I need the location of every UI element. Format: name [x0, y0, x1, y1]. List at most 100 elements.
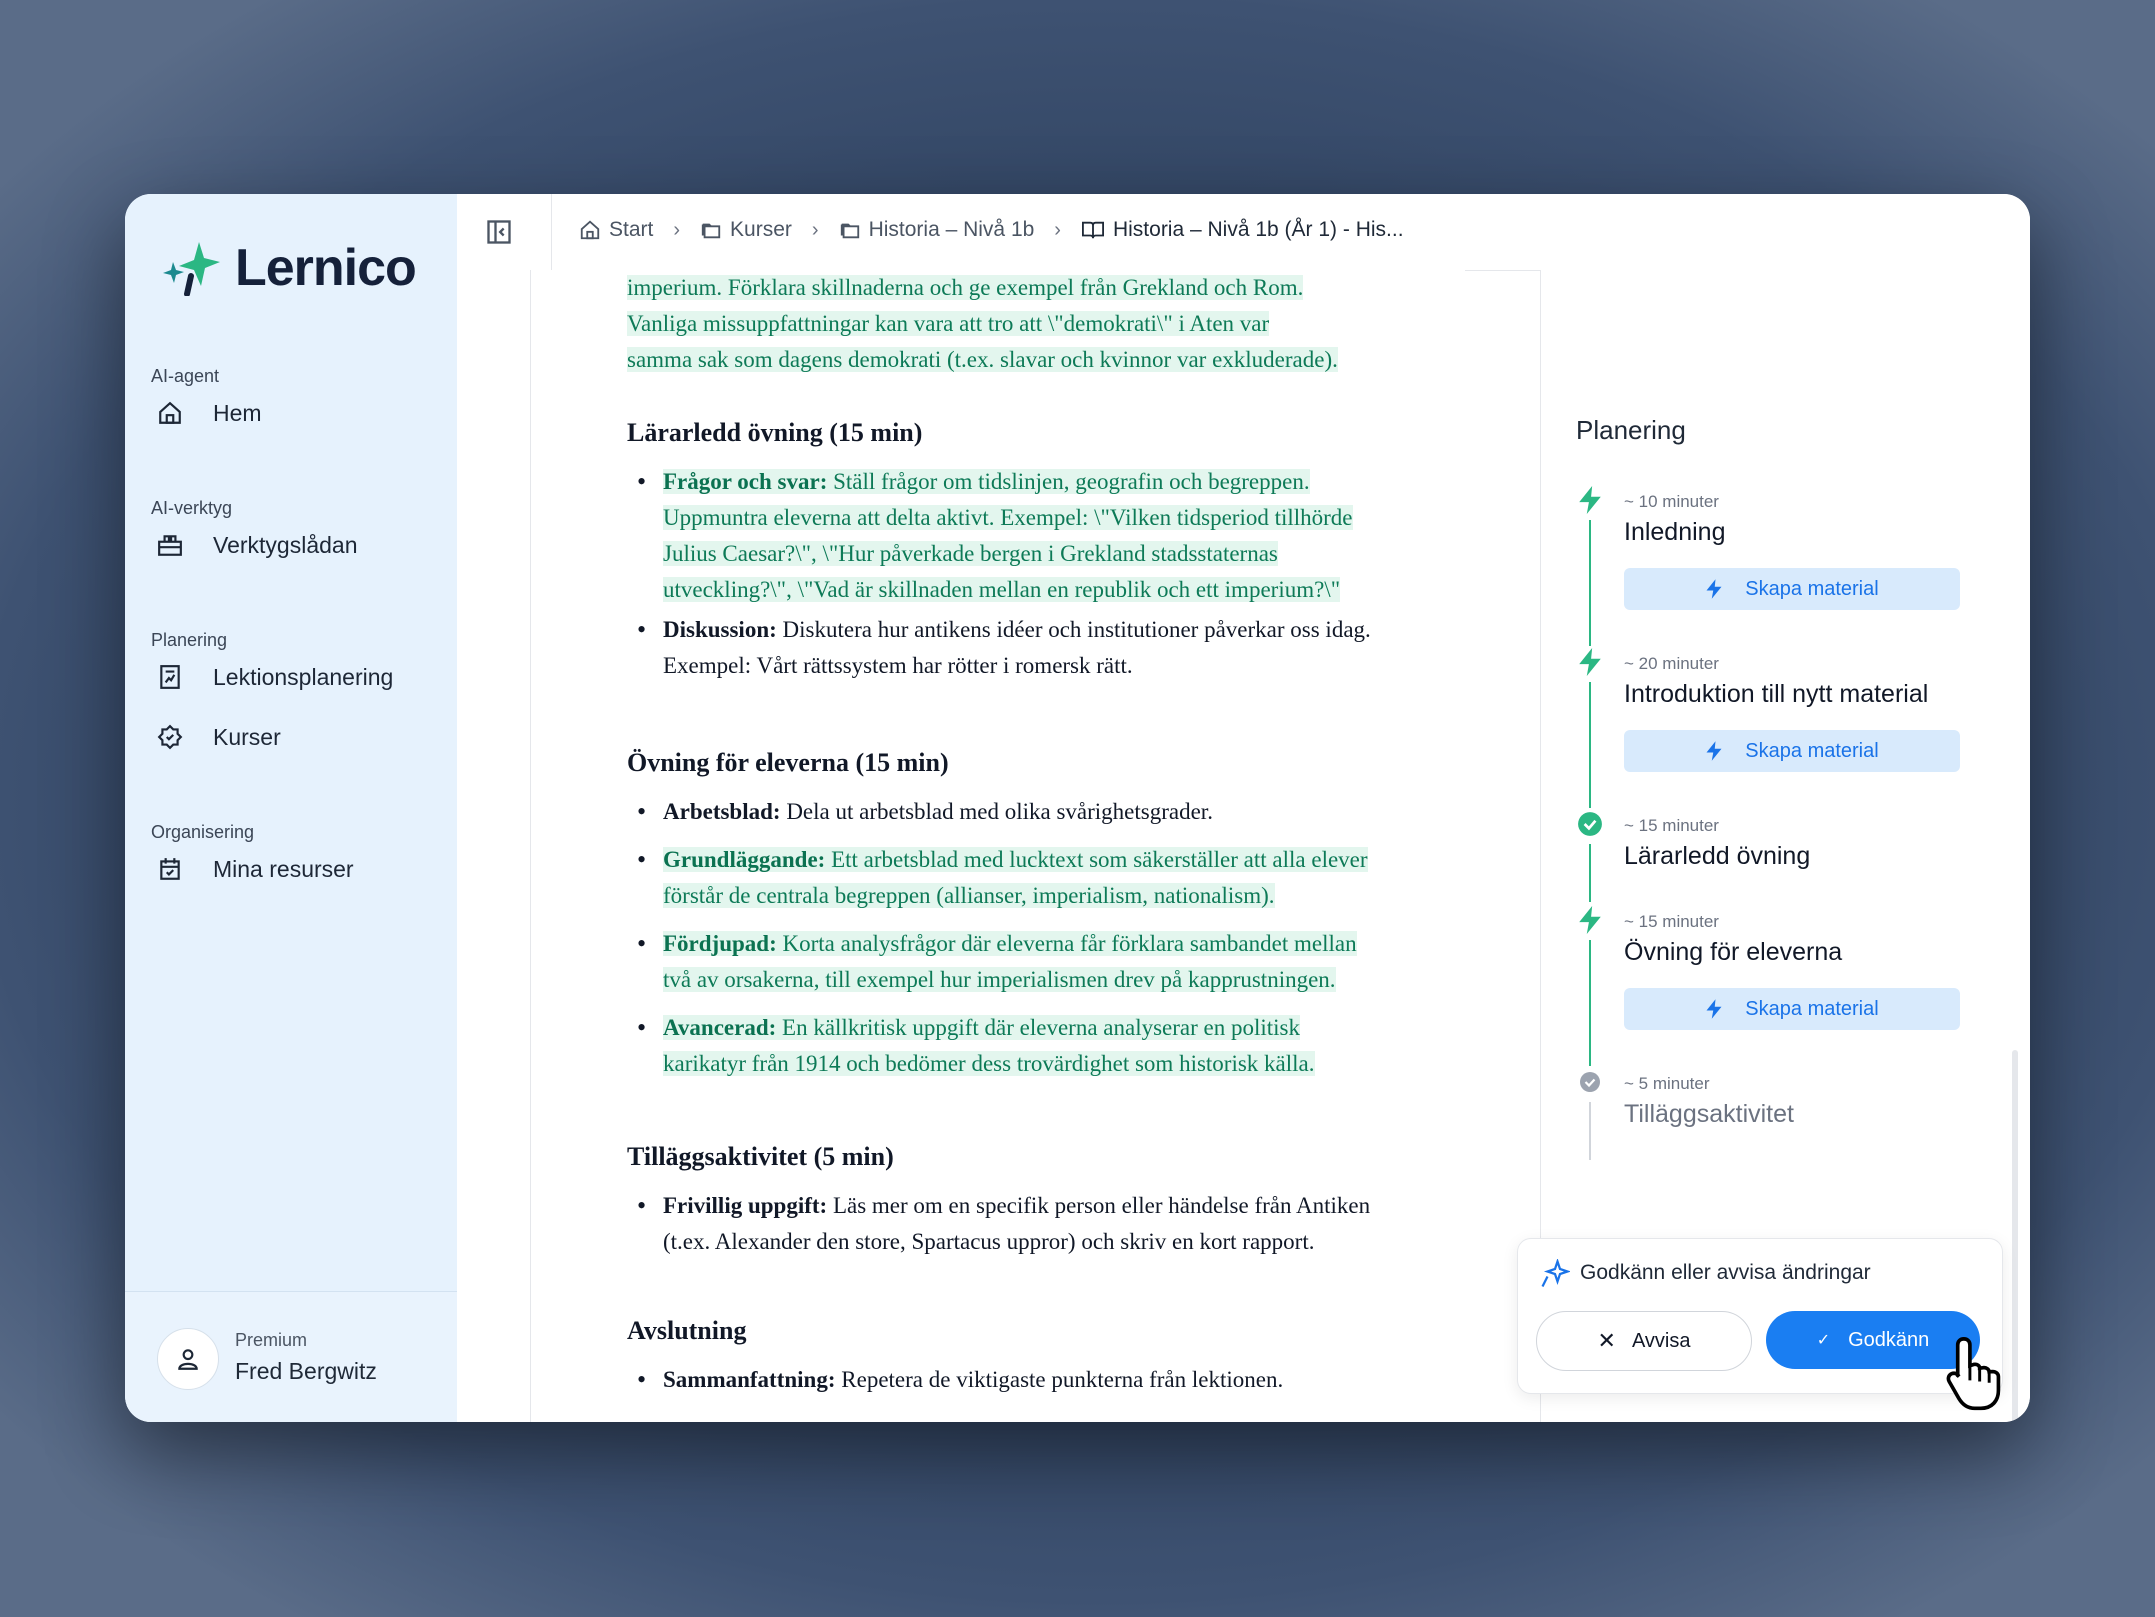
step-title: Lärarledd övning	[1624, 842, 1811, 870]
home-icon	[155, 398, 185, 428]
create-material-button[interactable]: Skapa material	[1624, 988, 1960, 1030]
sidebar: Lernico AI-agent Hem AI-verktyg Verktygs…	[125, 194, 458, 1422]
content-left-border	[530, 270, 531, 1422]
home-icon	[580, 220, 600, 240]
lesson-plan-icon	[155, 662, 185, 692]
timeline-line	[1589, 844, 1591, 902]
bullet-label: Frågor och svar:	[663, 469, 828, 494]
app-name: Lernico	[235, 239, 417, 297]
bullet-label: Avancerad:	[663, 1015, 777, 1040]
timeline-line	[1589, 940, 1591, 1066]
section-ai-agent: AI-agent	[151, 366, 220, 386]
top-bar: Start › Kurser › Historia – Nivå 1b › Hi…	[457, 194, 2030, 271]
user-plan: Premium	[235, 1330, 308, 1350]
sidebar-item-label: Kurser	[213, 723, 281, 750]
section-heading: Övning för eleverna (15 min)	[627, 748, 949, 777]
lightning-icon	[1576, 486, 1604, 514]
sidebar-item-label: Verktygslådan	[213, 531, 358, 558]
user-icon	[178, 1349, 198, 1370]
step-title: Övning för eleverna	[1624, 938, 1843, 966]
approval-card: Godkänn eller avvisa ändringar ✕ Avvisa …	[1517, 1238, 2003, 1394]
highlighted-text: Vanliga missuppfattningar kan vara att t…	[627, 311, 1270, 336]
book-icon	[1081, 221, 1104, 239]
bullet-text: utveckling?\", \"Vad är skillnaden mella…	[663, 577, 1341, 602]
button-label: Skapa material	[1745, 739, 1879, 762]
sidebar-item-lektionsplanering[interactable]: Lektionsplanering	[155, 662, 393, 692]
section-ai-verktyg: AI-verktyg	[151, 498, 233, 518]
list-item: Grundläggande: Ett arbetsblad med luckte…	[627, 842, 1465, 914]
section-organisering: Organisering	[151, 822, 255, 842]
hand-pointer-icon	[1941, 1334, 2011, 1417]
bullet-text: Ställ frågor om tidslinjen, geografin oc…	[827, 469, 1310, 494]
sidebar-item-mina-resurser[interactable]: Mina resurser	[155, 854, 354, 884]
sidebar-item-verktygsladan[interactable]: Verktygslådan	[155, 530, 357, 560]
step-duration: ~ 20 minuter	[1624, 654, 1719, 673]
sidebar-item-hem[interactable]: Hem	[155, 398, 262, 428]
bullet-text: karikatyr från 1914 och bedömer dess tro…	[663, 1051, 1315, 1076]
step-title: Tilläggsaktivitet	[1624, 1100, 1794, 1128]
check-icon: ✓	[1816, 1332, 1831, 1349]
lightning-icon	[1706, 999, 1722, 1019]
breadcrumb-current[interactable]: Historia – Nivå 1b (År 1) - His...	[1081, 218, 1404, 242]
create-material-button[interactable]: Skapa material	[1624, 730, 1960, 772]
step-duration: ~ 5 minuter	[1624, 1074, 1710, 1093]
step-title: Inledning	[1624, 518, 1726, 546]
button-label: Skapa material	[1745, 997, 1879, 1020]
sparkle-icon	[1540, 1257, 1572, 1294]
section-heading: Lärarledd övning (15 min)	[627, 418, 923, 447]
breadcrumb-label: Kurser	[730, 218, 792, 241]
bullet-text: Exempel: Vårt rättssystem har rötter i r…	[663, 653, 1133, 678]
bullet-text: Repetera de viktigaste punkterna från le…	[835, 1367, 1284, 1392]
toolbox-icon	[155, 530, 185, 560]
user-name: Fred Bergwitz	[235, 1358, 377, 1384]
folder-icon	[840, 223, 859, 239]
list-item: Frivillig uppgift: Läs mer om en specifi…	[627, 1188, 1465, 1260]
timeline-line	[1589, 520, 1591, 646]
user-profile[interactable]: Premium Fred Bergwitz	[125, 1291, 457, 1422]
timeline-line	[1589, 682, 1591, 808]
sparkle-logo-icon	[163, 242, 220, 296]
list-item: Diskussion: Diskutera hur antikens idéer…	[627, 612, 1465, 684]
close-icon: ✕	[1597, 1328, 1616, 1353]
reject-button[interactable]: ✕ Avvisa	[1536, 1311, 1752, 1371]
bullet-text: förstår de centrala begreppen (allianser…	[663, 883, 1275, 908]
gear-icon	[155, 722, 185, 752]
lesson-document[interactable]: imperium. Förklara skillnaderna och ge e…	[457, 270, 1465, 1422]
create-material-button[interactable]: Skapa material	[1624, 568, 1960, 610]
bullet-text: Ett arbetsblad med lucktext som säkerstä…	[825, 847, 1368, 872]
divider	[551, 194, 552, 270]
list-item: Frågor och svar: Ställ frågor om tidslin…	[627, 464, 1465, 608]
list-item: Fördjupad: Korta analysfrågor där elever…	[627, 926, 1465, 998]
button-label: Avvisa	[1631, 1329, 1691, 1352]
lightning-icon	[1576, 906, 1604, 934]
logo[interactable]: Lernico	[163, 238, 417, 298]
sidebar-item-label: Lektionsplanering	[213, 663, 394, 690]
scrollbar[interactable]	[2012, 1050, 2018, 1422]
breadcrumb-label: Start	[609, 218, 654, 241]
lightning-icon	[1706, 579, 1722, 599]
lightning-icon	[1576, 648, 1604, 676]
breadcrumb-kurser[interactable]: Kurser	[700, 218, 792, 242]
bullet-text: En källkritisk uppgift där eleverna anal…	[776, 1015, 1301, 1040]
sidebar-toggle-icon[interactable]	[485, 218, 513, 246]
app-window: Lernico AI-agent Hem AI-verktyg Verktygs…	[125, 194, 2030, 1422]
intro-paragraph: imperium. Förklara skillnaderna och ge e…	[627, 270, 1465, 378]
sidebar-item-kurser[interactable]: Kurser	[155, 722, 281, 752]
list-item: Avancerad: En källkritisk uppgift där el…	[627, 1010, 1465, 1082]
step-duration: ~ 15 minuter	[1624, 912, 1719, 931]
bullet-label: Arbetsblad:	[663, 799, 781, 824]
breadcrumb-start[interactable]: Start	[579, 218, 653, 242]
bullet-text: två av orsakerna, till exempel hur imper…	[663, 967, 1336, 992]
bullet-text: Diskutera hur antikens idéer och institu…	[776, 617, 1371, 642]
breadcrumb-label: Historia – Nivå 1b	[868, 218, 1035, 241]
timeline-line	[1589, 1102, 1591, 1160]
panel-title: Planering	[1576, 415, 1686, 445]
bullet-text: Uppmuntra eleverna att delta aktivt. Exe…	[663, 505, 1353, 530]
breadcrumb-label: Historia – Nivå 1b (År 1) - His...	[1112, 218, 1404, 241]
bullet-label: Sammanfattning:	[663, 1367, 836, 1392]
step-duration: ~ 15 minuter	[1624, 816, 1719, 835]
section-heading: Tilläggsaktivitet (5 min)	[627, 1142, 894, 1171]
chevron-right-icon: ›	[673, 218, 681, 241]
step-title: Introduktion till nytt material	[1624, 680, 1929, 708]
breadcrumb-course[interactable]: Historia – Nivå 1b	[839, 218, 1035, 242]
